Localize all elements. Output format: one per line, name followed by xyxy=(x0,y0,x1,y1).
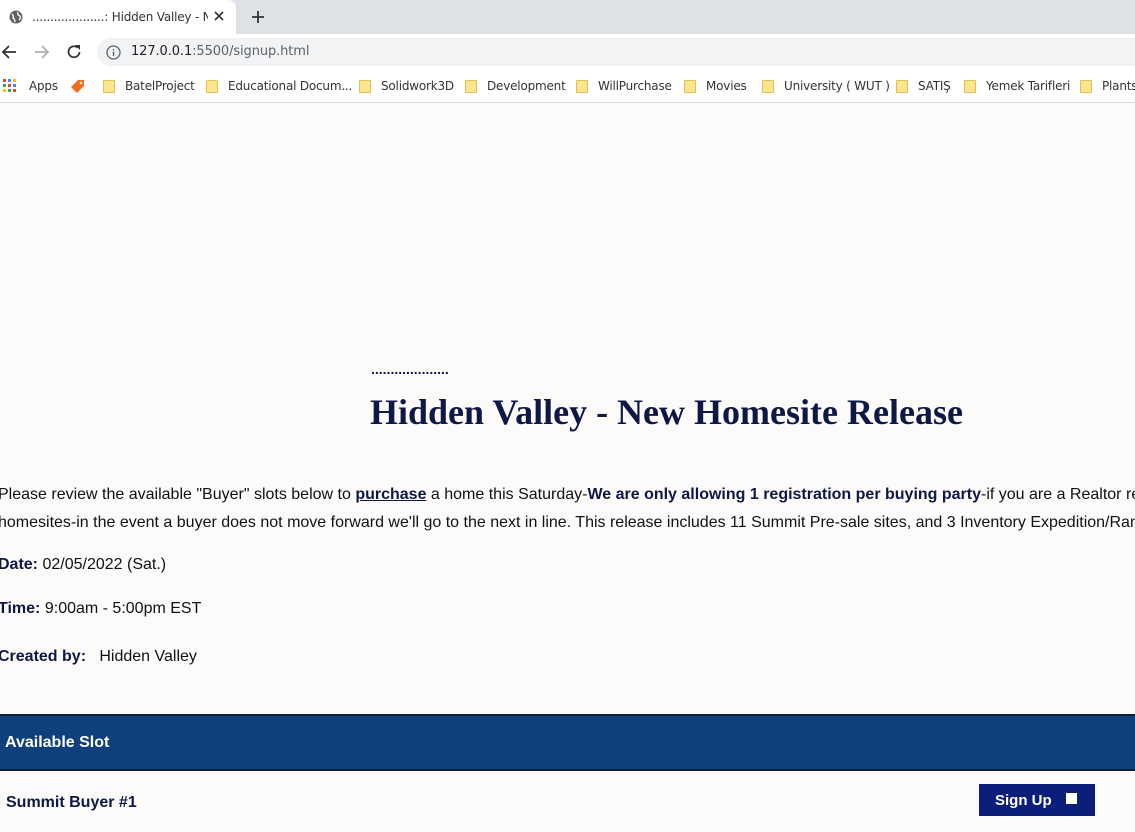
bookmark-solidwork3d[interactable]: Solidwork3D xyxy=(359,78,454,94)
folder-icon xyxy=(206,79,218,93)
sign-up-label: Sign Up xyxy=(995,791,1052,809)
folder-icon xyxy=(684,79,696,93)
title-dots: .................... xyxy=(371,361,449,377)
reload-icon[interactable] xyxy=(64,42,84,62)
event-time: Time: 9:00am - 5:00pm EST xyxy=(0,600,201,618)
bookmarks-bar: Apps BatelProject Educational Docum... S… xyxy=(0,70,1135,103)
bookmark-satis[interactable]: SATIŞ xyxy=(896,78,951,94)
created-value: Hidden Valley xyxy=(99,648,197,665)
browser-tab[interactable]: ....................: Hidden Valley - Ne… xyxy=(0,0,236,34)
date-value: 02/05/2022 (Sat.) xyxy=(42,556,167,573)
folder-icon xyxy=(1080,79,1092,93)
slots-table-header: Available Slot xyxy=(0,714,1135,771)
description-line-1: Please review the available "Buyer" slot… xyxy=(0,486,1135,503)
globe-icon xyxy=(9,10,23,24)
bookmark-yemek-tarifleri[interactable]: Yemek Tarifleri xyxy=(964,78,1070,94)
folder-icon xyxy=(359,79,371,93)
url-text: 127.0.0.1:5500/signup.html xyxy=(131,44,310,59)
bookmark-batelproject[interactable]: BatelProject xyxy=(103,78,195,94)
bookmark-development[interactable]: Development xyxy=(465,78,566,94)
bookmark-movies[interactable]: Movies xyxy=(684,78,747,94)
bookmark-tag[interactable] xyxy=(69,78,85,94)
bookmark-university[interactable]: University ( WUT ) xyxy=(762,78,890,94)
new-tab-icon[interactable] xyxy=(250,9,266,25)
apps-grid-icon xyxy=(3,79,16,92)
bookmark-educational[interactable]: Educational Docum... xyxy=(206,78,352,94)
bookmark-willpurchase[interactable]: WillPurchase xyxy=(576,78,672,94)
date-label: Date: xyxy=(0,556,39,573)
tab-strip: ....................: Hidden Valley - Ne… xyxy=(0,0,1135,34)
folder-icon xyxy=(964,79,976,93)
folder-icon xyxy=(576,79,588,93)
back-icon[interactable] xyxy=(0,42,20,62)
bookmark-label: Apps xyxy=(29,79,58,93)
close-tab-icon[interactable] xyxy=(212,9,226,23)
created-label: Created by: xyxy=(0,648,87,665)
description-line-2: homesites-in the event a buyer does not … xyxy=(0,514,1135,531)
event-date: Date: 02/05/2022 (Sat.) xyxy=(0,556,166,574)
bookmark-apps[interactable]: Apps xyxy=(3,78,58,94)
page-title: Hidden Valley - New Homesite Release xyxy=(370,392,963,432)
purchase-link[interactable]: purchase xyxy=(355,486,426,503)
folder-icon xyxy=(103,79,115,93)
folder-icon xyxy=(762,79,774,93)
tab-title: ....................: Hidden Valley - Ne… xyxy=(32,10,208,24)
table-row: Summit Buyer #1 Sign Up xyxy=(0,771,1135,832)
browser-toolbar: 127.0.0.1:5500/signup.html xyxy=(0,34,1135,70)
event-creator: Created by: Hidden Valley xyxy=(0,648,197,666)
folder-icon xyxy=(896,79,908,93)
slots-header-label: Available Slot xyxy=(5,734,110,751)
sign-up-checkbox[interactable] xyxy=(1065,793,1077,804)
address-bar[interactable]: 127.0.0.1:5500/signup.html xyxy=(97,38,1135,66)
slot-name: Summit Buyer #1 xyxy=(6,794,137,811)
tag-icon xyxy=(71,80,84,93)
sign-up-button[interactable]: Sign Up xyxy=(979,784,1095,816)
time-value: 9:00am - 5:00pm EST xyxy=(44,600,202,617)
forward-icon[interactable] xyxy=(31,42,51,62)
bookmark-plants[interactable]: Plants xyxy=(1080,78,1135,94)
folder-icon xyxy=(465,79,477,93)
info-icon[interactable] xyxy=(106,45,121,60)
time-label: Time: xyxy=(0,600,41,617)
